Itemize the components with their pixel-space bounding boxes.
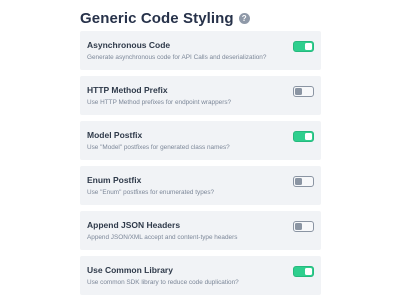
setting-model-postfix: Model Postfix Use "Model" postfixes for …: [80, 121, 321, 160]
use-common-library-toggle[interactable]: [293, 266, 314, 277]
setting-description: Generate asynchronous code for API Calls…: [87, 54, 267, 61]
setting-asynchronous-code: Asynchronous Code Generate asynchronous …: [80, 31, 321, 70]
setting-title: HTTP Method Prefix: [87, 85, 168, 95]
question-circle-icon[interactable]: ?: [238, 12, 250, 24]
setting-title: Model Postfix: [87, 130, 143, 140]
setting-title: Append JSON Headers: [87, 220, 181, 230]
setting-enum-postfix: Enum Postfix Use "Enum" postfixes for en…: [80, 166, 321, 205]
asynchronous-code-toggle[interactable]: [293, 41, 314, 52]
setting-title: Enum Postfix: [87, 175, 142, 185]
settings-list: Asynchronous Code Generate asynchronous …: [80, 31, 321, 300]
setting-http-method-prefix: HTTP Method Prefix Use HTTP Method prefi…: [80, 76, 321, 115]
section-header: Generic Code Styling ?: [80, 8, 250, 28]
toggle-knob: [305, 268, 312, 275]
setting-description: Use "Model" postfixes for generated clas…: [87, 144, 230, 151]
toggle-knob: [295, 88, 302, 95]
append-json-headers-toggle[interactable]: [293, 221, 314, 232]
code-styling-panel: Generic Code Styling ? Asynchronous Code…: [0, 0, 400, 300]
toggle-knob: [305, 133, 312, 140]
toggle-knob: [295, 223, 302, 230]
setting-description: Use common SDK library to reduce code du…: [87, 279, 239, 286]
setting-append-json-headers: Append JSON Headers Append JSON/XML acce…: [80, 211, 321, 250]
setting-description: Use HTTP Method prefixes for endpoint wr…: [87, 99, 232, 106]
setting-description: Use "Enum" postfixes for enumerated type…: [87, 189, 215, 196]
toggle-knob: [305, 43, 312, 50]
toggle-knob: [295, 178, 302, 185]
enum-postfix-toggle[interactable]: [293, 176, 314, 187]
page-title: Generic Code Styling: [80, 9, 234, 27]
setting-use-common-library: Use Common Library Use common SDK librar…: [80, 256, 321, 295]
setting-description: Append JSON/XML accept and content-type …: [87, 234, 238, 241]
http-method-prefix-toggle[interactable]: [293, 86, 314, 97]
setting-title: Asynchronous Code: [87, 40, 171, 50]
setting-title: Use Common Library: [87, 265, 173, 275]
model-postfix-toggle[interactable]: [293, 131, 314, 142]
